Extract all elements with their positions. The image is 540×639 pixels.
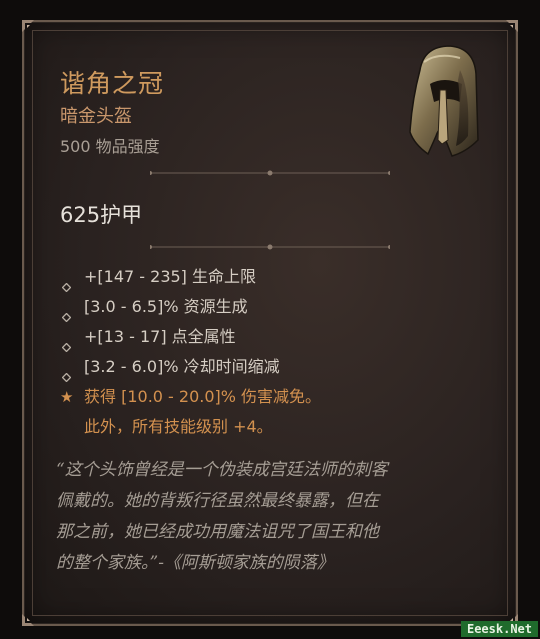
affix-text: 此外，所有技能级别 +4。 bbox=[84, 417, 273, 436]
affix-item: +[147 - 235] 生命上限 bbox=[58, 262, 478, 293]
affix-item: +[13 - 17] 点全属性 bbox=[58, 322, 478, 353]
affix-text: [3.0 - 6.5]% 资源生成 bbox=[84, 297, 248, 316]
diamond-bullet-icon bbox=[61, 332, 72, 353]
legendary-affix-item: ★ 获得 [10.0 - 20.0]% 伤害减免。 bbox=[58, 382, 478, 412]
flavor-line: 佩戴的。她的背叛行径虽然最终暴露，但在 bbox=[56, 491, 379, 511]
flavor-line: 那之前，她已经成功用魔法诅咒了国王和他 bbox=[56, 522, 379, 542]
armor-value: 625护甲 bbox=[60, 203, 143, 227]
corner-ornament-icon bbox=[498, 18, 520, 40]
item-name: 谐角之冠 bbox=[60, 69, 165, 98]
affix-text: +[13 - 17] 点全属性 bbox=[84, 327, 236, 346]
helm-icon bbox=[404, 40, 482, 160]
affix-list: +[147 - 235] 生命上限 [3.0 - 6.5]% 资源生成 +[13… bbox=[58, 262, 478, 442]
item-type: 暗金头盔 bbox=[60, 106, 132, 127]
affix-text: 获得 [10.0 - 20.0]% 伤害减免。 bbox=[84, 387, 322, 406]
diamond-bullet-icon bbox=[61, 272, 72, 293]
section-divider bbox=[150, 166, 390, 180]
corner-ornament-icon bbox=[20, 606, 42, 628]
section-divider bbox=[150, 240, 390, 254]
legendary-affix-continued: 此外，所有技能级别 +4。 bbox=[58, 412, 478, 442]
affix-item: [3.0 - 6.5]% 资源生成 bbox=[58, 292, 478, 323]
flavor-line: “这个头饰曾经是一个伪装成宫廷法师的刺客 bbox=[56, 460, 388, 480]
affix-item: [3.2 - 6.0]% 冷却时间缩减 bbox=[58, 352, 478, 383]
watermark: Eeesk.Net bbox=[460, 621, 538, 637]
flavor-text: “这个头饰曾经是一个伪装成宫廷法师的刺客 佩戴的。她的背叛行径虽然最终暴露，但在… bbox=[56, 455, 476, 579]
diamond-bullet-icon bbox=[61, 302, 72, 323]
affix-text: [3.2 - 6.0]% 冷却时间缩减 bbox=[84, 357, 280, 376]
item-power: 500 物品强度 bbox=[60, 137, 160, 156]
flavor-line: 的整个家族。”-《阿斯顿家族的陨落》 bbox=[56, 553, 334, 573]
star-icon: ★ bbox=[60, 388, 74, 406]
affix-text: +[147 - 235] 生命上限 bbox=[84, 267, 257, 286]
diamond-bullet-icon bbox=[61, 362, 72, 383]
corner-ornament-icon bbox=[20, 18, 42, 40]
item-tooltip-screen: 谐角之冠 暗金头盔 500 物品强度 625护甲 +[147 - 235] 生命… bbox=[0, 0, 540, 639]
